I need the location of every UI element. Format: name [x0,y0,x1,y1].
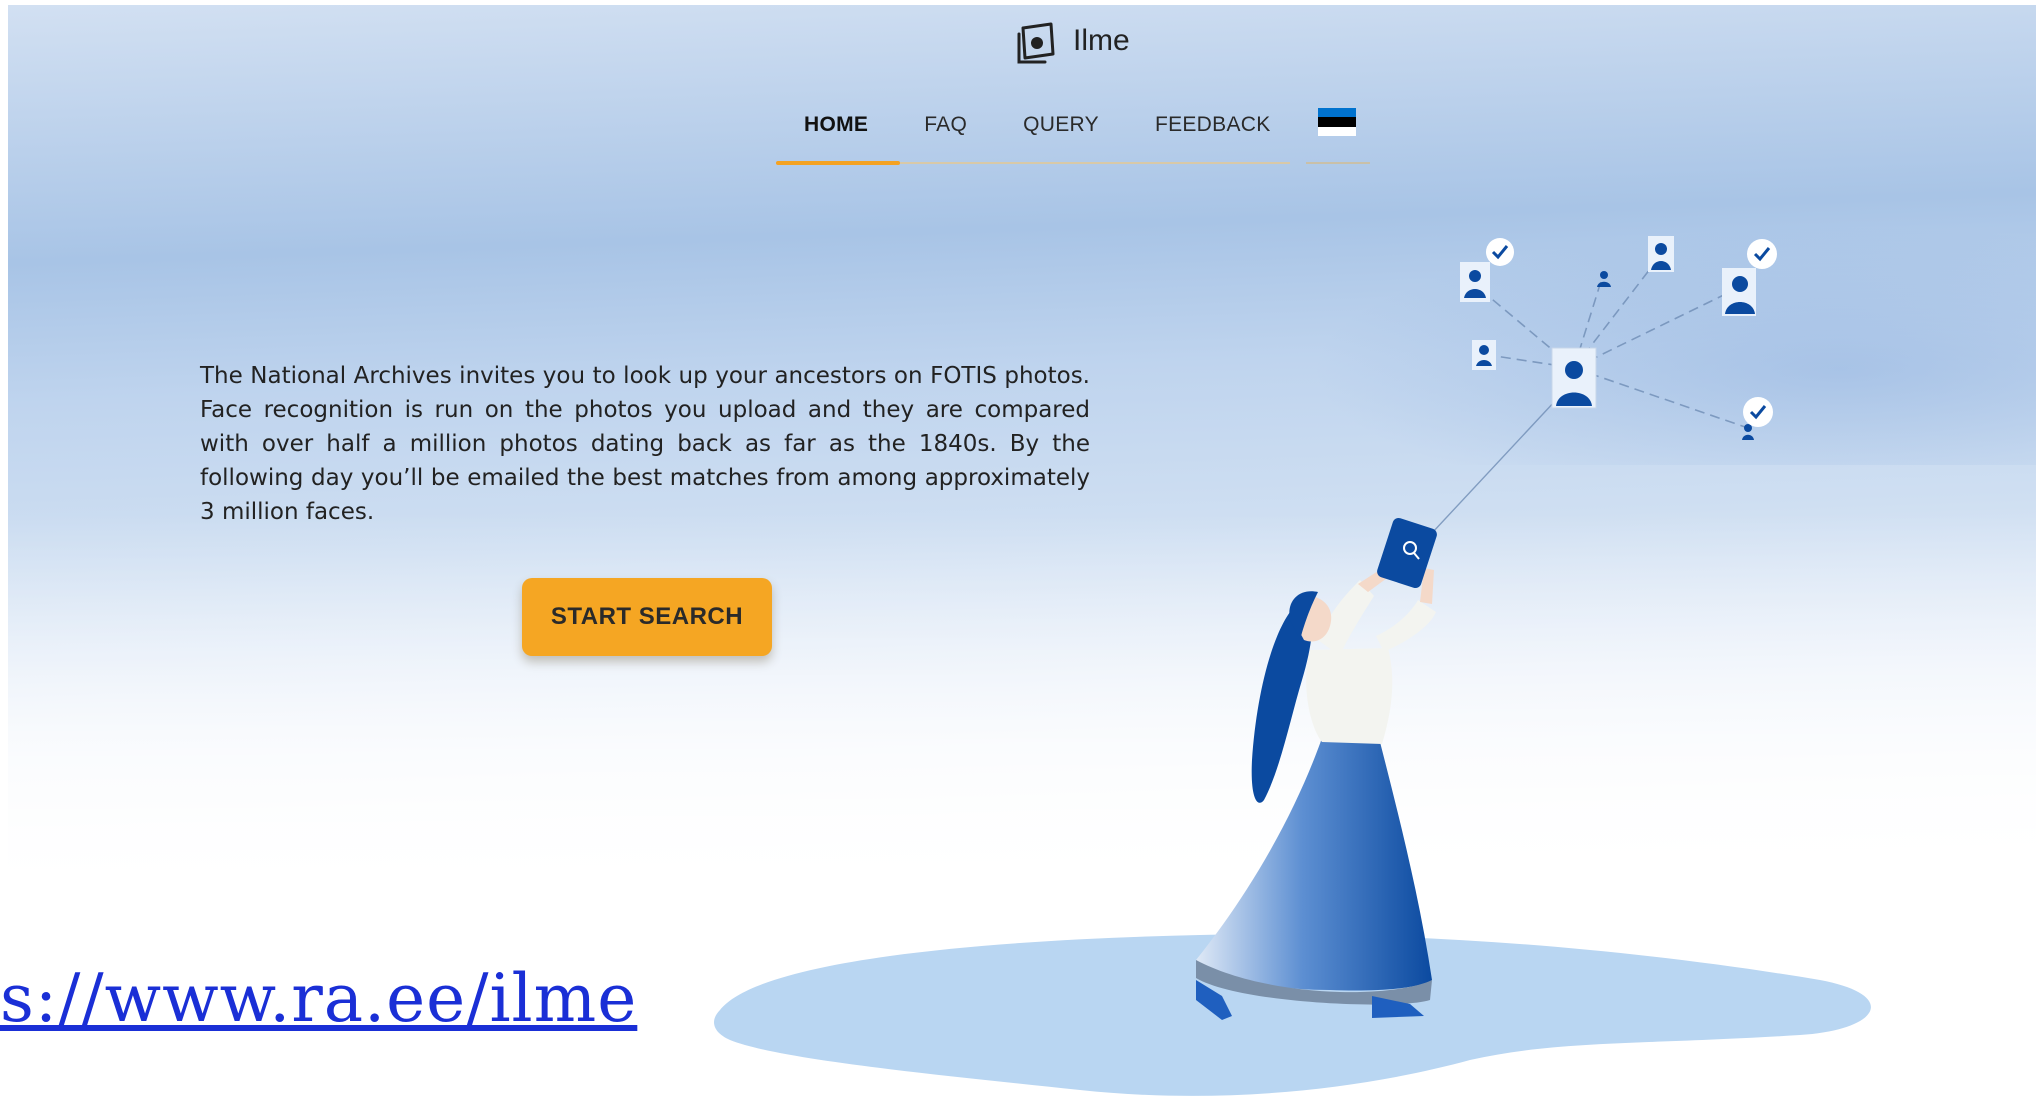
profile-icon-2 [1597,271,1611,287]
hero-illustration [714,236,1871,1096]
woman-figure [1196,517,1437,1020]
profile-icon-6 [1742,397,1773,440]
profile-icon-1 [1460,238,1514,302]
profile-icon-3 [1648,236,1674,272]
profile-icon-4 [1722,239,1777,316]
overlay-url-link[interactable]: s://www.ra.ee/ilme [0,960,637,1037]
center-profile-icon [1551,347,1597,409]
profile-icon-5 [1472,340,1496,370]
